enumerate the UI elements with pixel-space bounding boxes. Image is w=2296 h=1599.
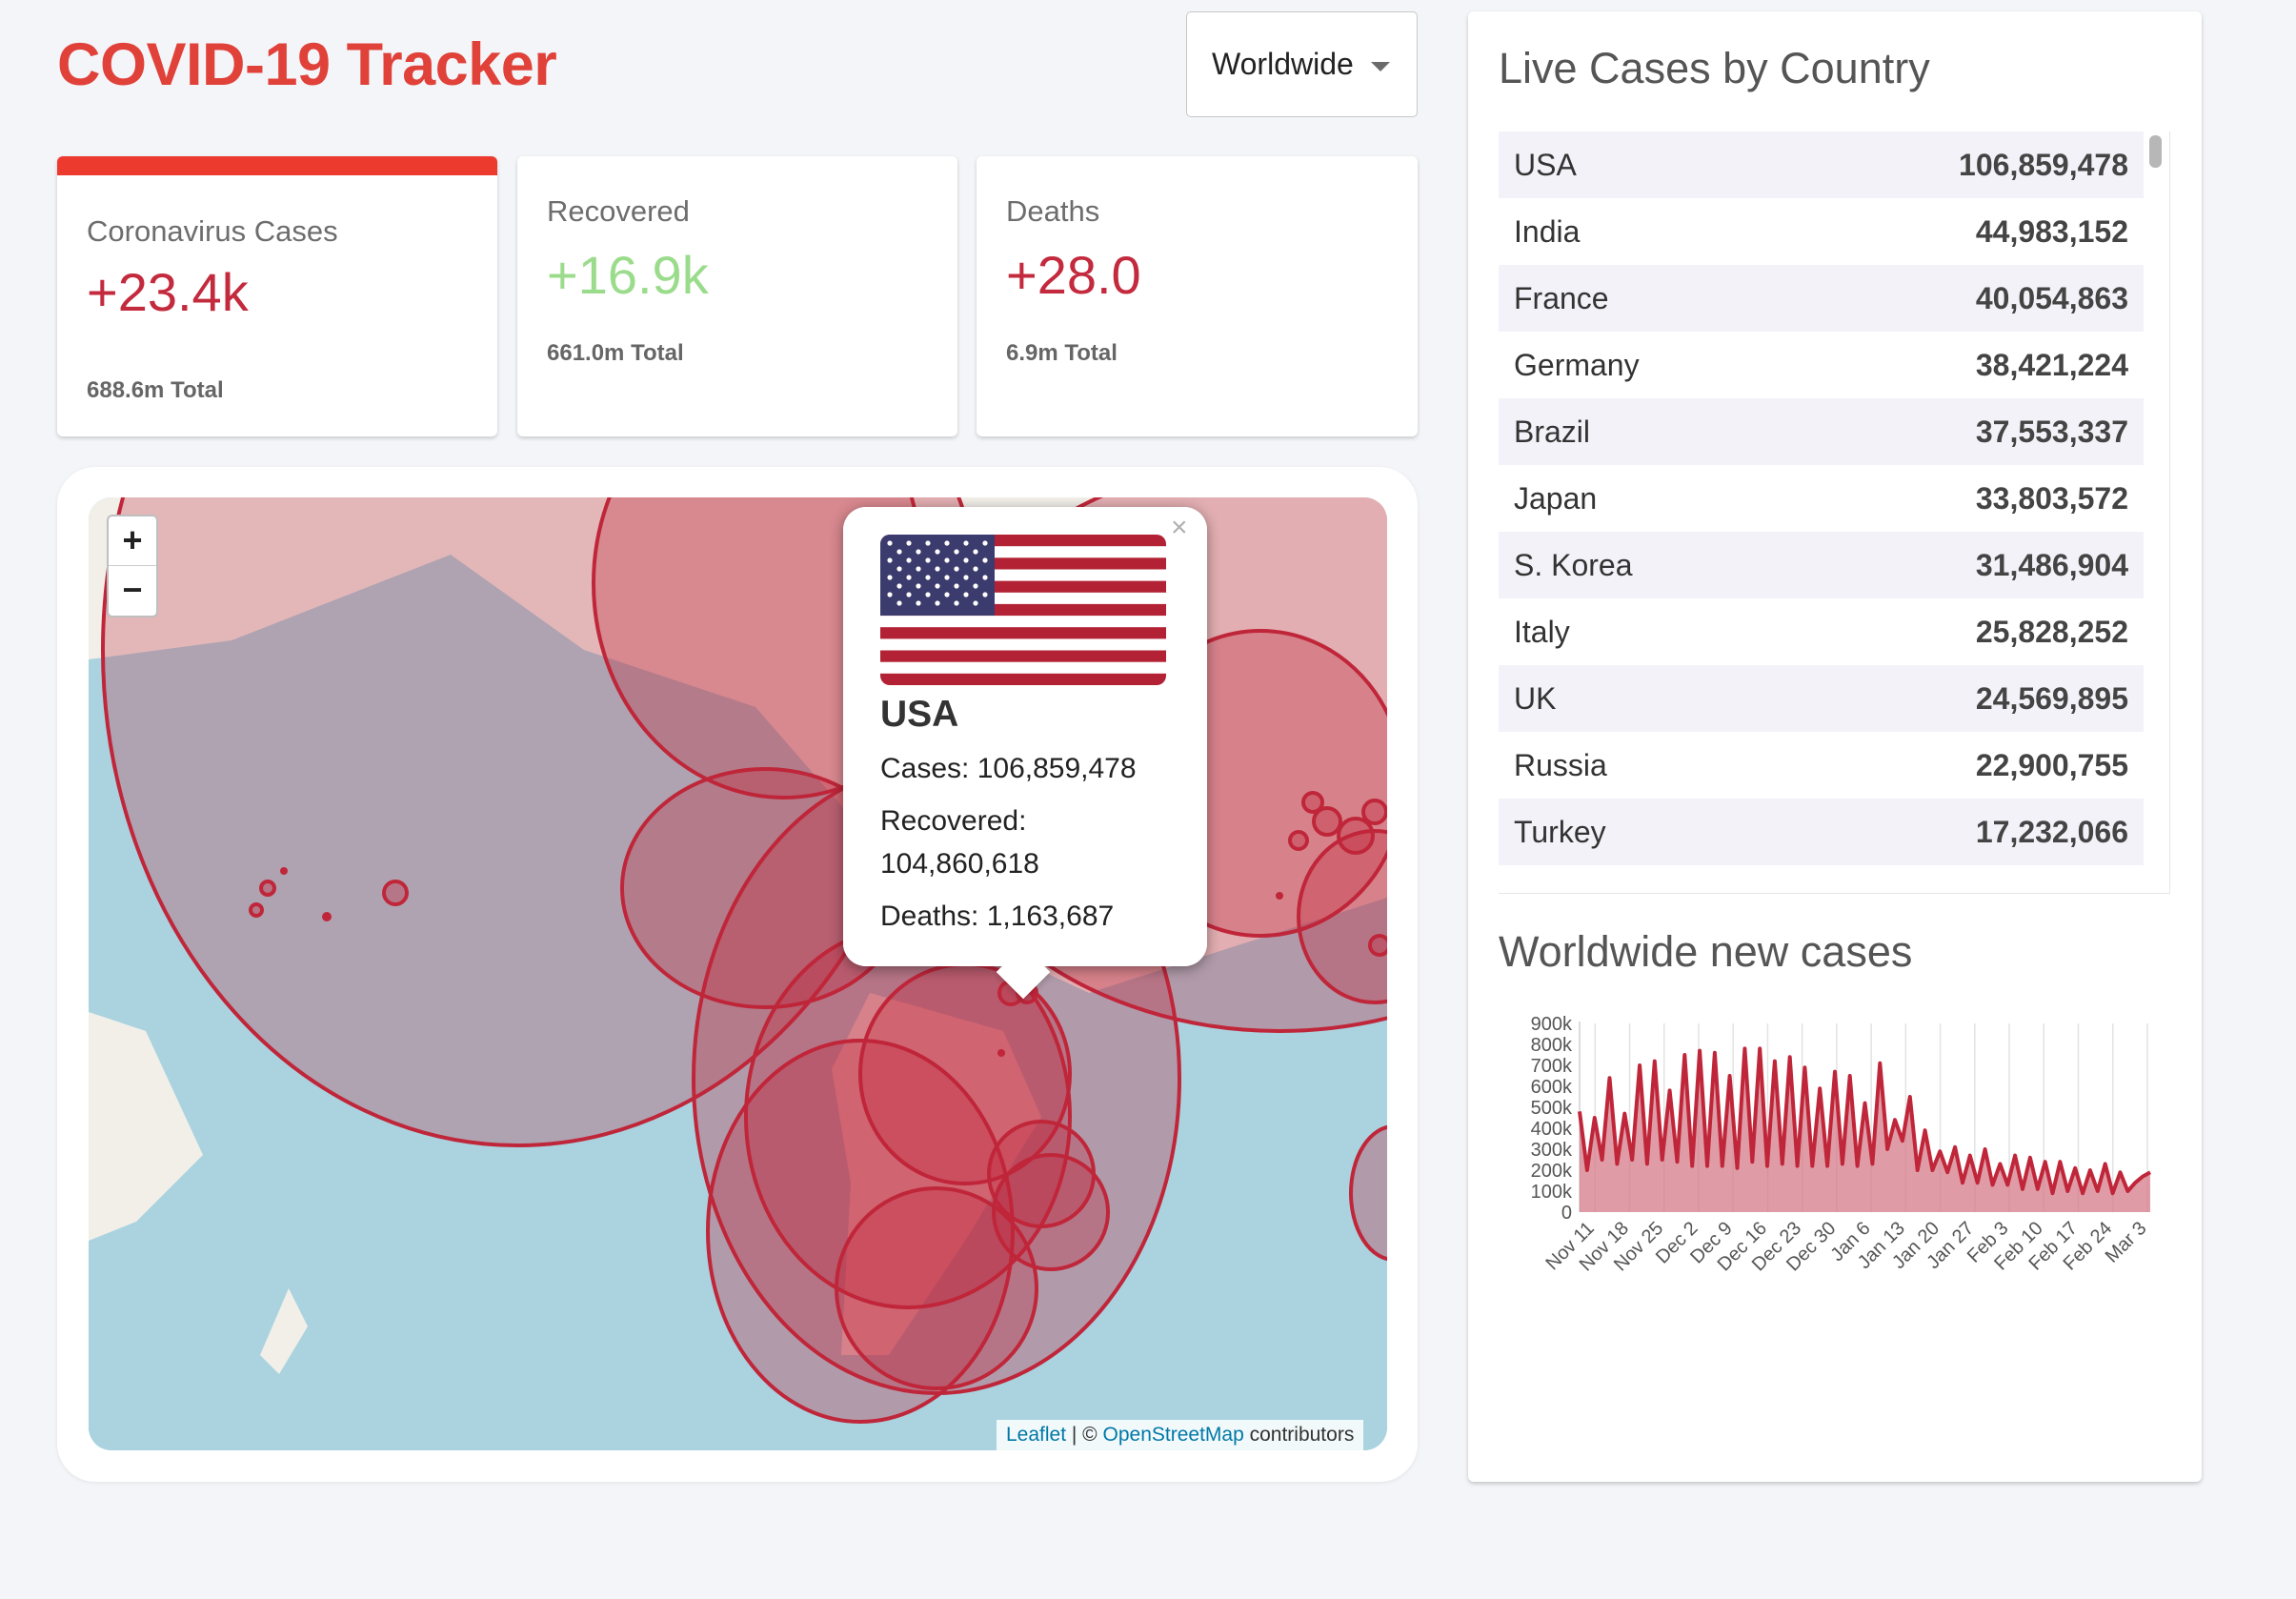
row-country: UK (1514, 680, 1557, 716)
chevron-down-icon (1371, 62, 1390, 71)
table-row: India 44,983,152 (1499, 198, 2144, 265)
chart-y-tick-label: 0 (1561, 1203, 1572, 1224)
popup-recovered-value: 104,860,618 (880, 848, 1039, 880)
deaths-total: 6.9m Total (1006, 340, 1118, 366)
live-cases-table[interactable]: USA 106,859,478 India 44,983,152 France 40,… (1499, 132, 2170, 894)
cases-card[interactable]: Coronavirus Cases +23.4k 688.6m Total (57, 156, 497, 436)
row-cases: 44,983,152 (1975, 213, 2128, 249)
zoom-in-button[interactable]: + (109, 516, 156, 566)
recovered-card[interactable]: Recovered +16.9k 661.0m Total (517, 156, 957, 436)
row-country: USA (1514, 147, 1577, 182)
row-cases: 22,900,755 (1975, 747, 2128, 782)
recovered-value: +16.9k (547, 245, 709, 305)
chart-y-tick-label: 900k (1531, 1014, 1573, 1035)
row-country: Italy (1514, 614, 1570, 649)
leaflet-link[interactable]: Leaflet (1006, 1424, 1066, 1446)
table-row: UK 24,569,895 (1499, 665, 2144, 732)
chart-y-tick-label: 700k (1531, 1056, 1573, 1077)
chart-y-tick-label: 400k (1531, 1119, 1573, 1140)
attribution-separator: | © (1066, 1424, 1103, 1446)
row-cases: 40,054,863 (1975, 280, 2128, 315)
attribution-contributors: contributors (1243, 1424, 1355, 1446)
table-row: Italy 25,828,252 (1499, 598, 2144, 665)
table-row: USA 106,859,478 (1499, 132, 2144, 198)
table-row: S. Korea 31,486,904 (1499, 532, 2144, 598)
row-country: Germany (1514, 347, 1640, 382)
recovered-total: 661.0m Total (547, 340, 684, 366)
chart-y-tick-label: 200k (1531, 1161, 1573, 1182)
page-title: COVID-19 Tracker (57, 31, 557, 98)
chart-y-tick-label: 300k (1531, 1140, 1573, 1161)
chart-y-tick-label: 800k (1531, 1035, 1573, 1056)
chart-y-tick-label: 600k (1531, 1077, 1573, 1098)
popup-recovered-label: Recovered: (880, 805, 1027, 837)
row-country: S. Korea (1514, 547, 1633, 582)
popup-cases: Cases: 106,859,478 (880, 753, 1137, 784)
table-scrollbar[interactable] (2149, 135, 2162, 168)
cases-total: 688.6m Total (87, 377, 224, 403)
table-row: Brazil 37,553,337 (1499, 398, 2144, 465)
row-cases: 31,486,904 (1975, 547, 2128, 582)
cases-value: +23.4k (87, 262, 249, 322)
deaths-card[interactable]: Deaths +28.0 6.9m Total (977, 156, 1418, 436)
usa-flag-icon (880, 535, 1166, 685)
chart-y-tick-label: 500k (1531, 1098, 1573, 1119)
country-select[interactable]: Worldwide (1186, 11, 1418, 117)
country-select-value: Worldwide (1212, 47, 1354, 81)
map-attribution: Leaflet | © OpenStreetMap contributors (997, 1420, 1364, 1450)
live-cases-heading: Live Cases by Country (1499, 44, 1930, 92)
chart-x-tick-label: Mar 3 (2102, 1218, 2151, 1267)
new-cases-heading: Worldwide new cases (1499, 927, 1913, 976)
row-country: Turkey (1514, 814, 1606, 849)
deaths-label: Deaths (1006, 194, 1100, 228)
chart-y-tick-label: 100k (1531, 1182, 1573, 1203)
table-row: France 40,054,863 (1499, 265, 2144, 332)
table-row: Turkey 17,232,066 (1499, 799, 2144, 865)
zoom-out-button[interactable]: − (109, 566, 156, 616)
row-cases: 37,553,337 (1975, 414, 2128, 449)
close-icon[interactable]: × (1171, 512, 1188, 544)
row-cases: 24,569,895 (1975, 680, 2128, 716)
row-country: Japan (1514, 480, 1598, 516)
row-cases: 33,803,572 (1975, 480, 2128, 516)
row-cases: 17,232,066 (1975, 814, 2128, 849)
openstreetmap-link[interactable]: OpenStreetMap (1103, 1424, 1244, 1446)
row-cases: 25,828,252 (1975, 614, 2128, 649)
row-cases: 106,859,478 (1959, 147, 2128, 182)
recovered-label: Recovered (547, 194, 690, 228)
row-country: India (1514, 213, 1581, 249)
row-cases: 38,421,224 (1975, 347, 2128, 382)
popup-deaths: Deaths: 1,163,687 (880, 901, 1115, 932)
row-country: Brazil (1514, 414, 1591, 449)
popup-country-name: USA (880, 694, 959, 735)
table-row: Japan 33,803,572 (1499, 465, 2144, 532)
table-row: Germany 38,421,224 (1499, 332, 2144, 398)
zoom-control: + − (107, 515, 158, 617)
row-country: France (1514, 280, 1609, 315)
deaths-value: +28.0 (1006, 245, 1141, 305)
new-cases-chart: 0100k200k300k400k500k600k700k800k900kNov… (1531, 1014, 2151, 1275)
row-country: Russia (1514, 747, 1607, 782)
cases-label: Coronavirus Cases (87, 214, 338, 248)
table-row: Russia 22,900,755 (1499, 732, 2144, 799)
